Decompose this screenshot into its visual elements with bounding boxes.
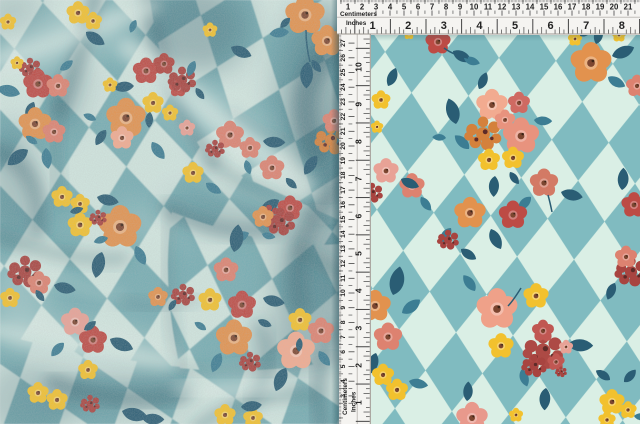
svg-text:6: 6 [340, 350, 347, 354]
svg-text:7: 7 [340, 335, 347, 339]
svg-text:Inches: Inches [351, 391, 358, 412]
svg-text:13: 13 [340, 245, 347, 253]
svg-text:3: 3 [374, 3, 379, 12]
svg-text:5: 5 [340, 364, 347, 368]
svg-text:8: 8 [354, 139, 364, 144]
svg-text:8: 8 [340, 320, 347, 324]
svg-text:5: 5 [354, 251, 364, 256]
svg-text:10: 10 [354, 62, 364, 72]
svg-text:16: 16 [340, 201, 347, 209]
svg-text:6: 6 [416, 3, 421, 12]
svg-text:6: 6 [354, 214, 364, 219]
svg-text:2: 2 [405, 20, 411, 32]
svg-text:12: 12 [340, 260, 347, 268]
svg-text:18: 18 [582, 3, 591, 12]
svg-text:2: 2 [360, 3, 365, 12]
svg-text:Centimeters: Centimeters [342, 378, 349, 415]
svg-text:22: 22 [340, 113, 347, 121]
svg-text:14: 14 [340, 230, 347, 238]
svg-text:4: 4 [476, 20, 483, 32]
svg-text:18: 18 [340, 171, 347, 179]
svg-text:20: 20 [340, 142, 347, 150]
svg-text:23: 23 [340, 98, 347, 106]
svg-text:9: 9 [458, 3, 463, 12]
svg-text:6: 6 [548, 20, 554, 32]
svg-text:3: 3 [354, 325, 364, 330]
svg-text:12: 12 [498, 3, 507, 12]
svg-text:10: 10 [340, 289, 347, 297]
svg-text:17: 17 [568, 3, 577, 12]
svg-text:21: 21 [340, 127, 347, 135]
svg-text:4: 4 [388, 3, 393, 12]
svg-text:17: 17 [340, 186, 347, 194]
svg-text:2: 2 [354, 363, 364, 368]
svg-text:11: 11 [484, 3, 493, 12]
svg-text:Inches: Inches [346, 20, 367, 27]
svg-text:19: 19 [596, 3, 605, 12]
svg-text:7: 7 [354, 176, 364, 181]
svg-text:20: 20 [610, 3, 619, 12]
svg-text:9: 9 [354, 102, 364, 107]
svg-text:7: 7 [583, 20, 589, 32]
svg-text:15: 15 [340, 216, 347, 224]
svg-text:1: 1 [346, 3, 351, 12]
svg-text:3: 3 [441, 20, 447, 32]
svg-text:21: 21 [624, 3, 633, 12]
svg-text:9: 9 [340, 306, 347, 310]
svg-text:15: 15 [540, 3, 549, 12]
svg-text:24: 24 [340, 83, 347, 91]
svg-text:8: 8 [444, 3, 449, 12]
svg-text:8: 8 [619, 20, 625, 32]
svg-text:5: 5 [402, 3, 407, 12]
svg-text:27: 27 [340, 39, 347, 47]
svg-text:26: 26 [340, 54, 347, 62]
svg-text:14: 14 [526, 3, 535, 12]
svg-text:1: 1 [370, 20, 376, 32]
svg-text:5: 5 [512, 20, 518, 32]
svg-text:13: 13 [512, 3, 521, 12]
svg-text:10: 10 [470, 3, 479, 12]
svg-text:11: 11 [340, 274, 347, 281]
svg-text:7: 7 [430, 3, 434, 12]
svg-text:4: 4 [354, 288, 364, 293]
svg-text:19: 19 [340, 157, 347, 165]
svg-text:16: 16 [554, 3, 563, 12]
svg-text:25: 25 [340, 69, 347, 77]
